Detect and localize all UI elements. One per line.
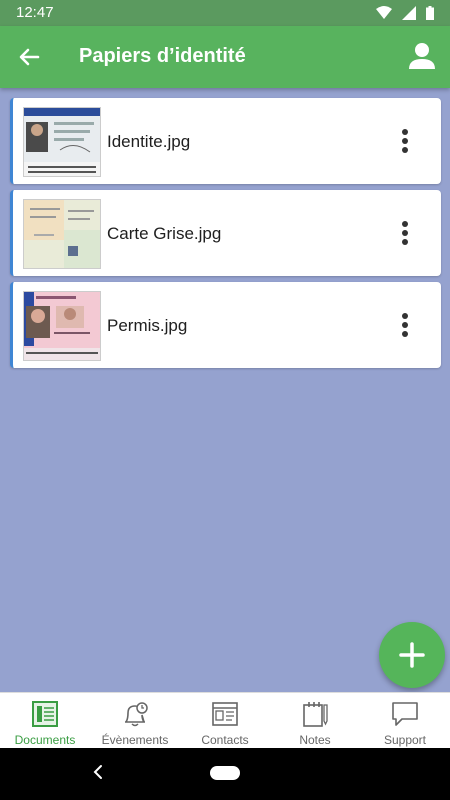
signal-icon	[402, 6, 416, 20]
nav-label: Documents	[14, 733, 76, 747]
document-list: Identite.jpg Carte Grise.jpg Permis.jpg	[10, 98, 441, 374]
plus-icon	[399, 642, 425, 668]
nav-notes[interactable]: Notes	[270, 693, 360, 749]
nav-label: Évènements	[101, 733, 169, 747]
nav-label: Notes	[299, 733, 331, 747]
nav-label: Support	[383, 733, 427, 747]
system-home-button[interactable]	[210, 766, 240, 780]
more-options-icon[interactable]	[401, 128, 409, 154]
documents-icon	[32, 701, 58, 727]
vehicle-registration-thumbnail	[23, 199, 101, 269]
driving-licence-thumbnail	[23, 291, 101, 361]
document-name: Permis.jpg	[107, 316, 188, 335]
nav-support[interactable]: Support	[360, 693, 450, 749]
status-time: 12:47	[16, 4, 54, 21]
battery-icon	[426, 6, 434, 20]
chat-bubble-icon	[392, 702, 418, 726]
more-options-icon[interactable]	[401, 220, 409, 246]
bottom-navigation: Documents Évènements Contacts Notes Supp…	[0, 692, 450, 749]
status-icons	[376, 6, 434, 20]
document-name: Identite.jpg	[107, 132, 191, 151]
account-icon[interactable]	[408, 41, 436, 71]
document-item-carte-grise[interactable]: Carte Grise.jpg	[10, 190, 441, 276]
contact-card-icon	[212, 702, 238, 726]
nav-evenements[interactable]: Évènements	[90, 693, 180, 749]
app-bar: Papiers d’identité	[0, 26, 450, 88]
add-document-button[interactable]	[379, 622, 445, 688]
document-name: Carte Grise.jpg	[107, 224, 222, 243]
more-options-icon[interactable]	[401, 312, 409, 338]
document-item-permis[interactable]: Permis.jpg	[10, 282, 441, 368]
id-card-thumbnail	[23, 107, 101, 177]
nav-contacts[interactable]: Contacts	[180, 693, 270, 749]
wifi-icon	[376, 6, 392, 19]
system-navigation-bar	[0, 748, 450, 800]
back-arrow-icon[interactable]	[14, 42, 44, 72]
notepad-icon	[303, 702, 328, 727]
system-back-icon[interactable]	[88, 762, 108, 782]
nav-documents[interactable]: Documents	[0, 693, 90, 749]
nav-label: Contacts	[201, 733, 249, 747]
status-bar: 12:47	[0, 0, 450, 26]
alarm-bell-icon	[125, 702, 148, 727]
page-title: Papiers d’identité	[79, 45, 246, 67]
document-item-identite[interactable]: Identite.jpg	[10, 98, 441, 184]
